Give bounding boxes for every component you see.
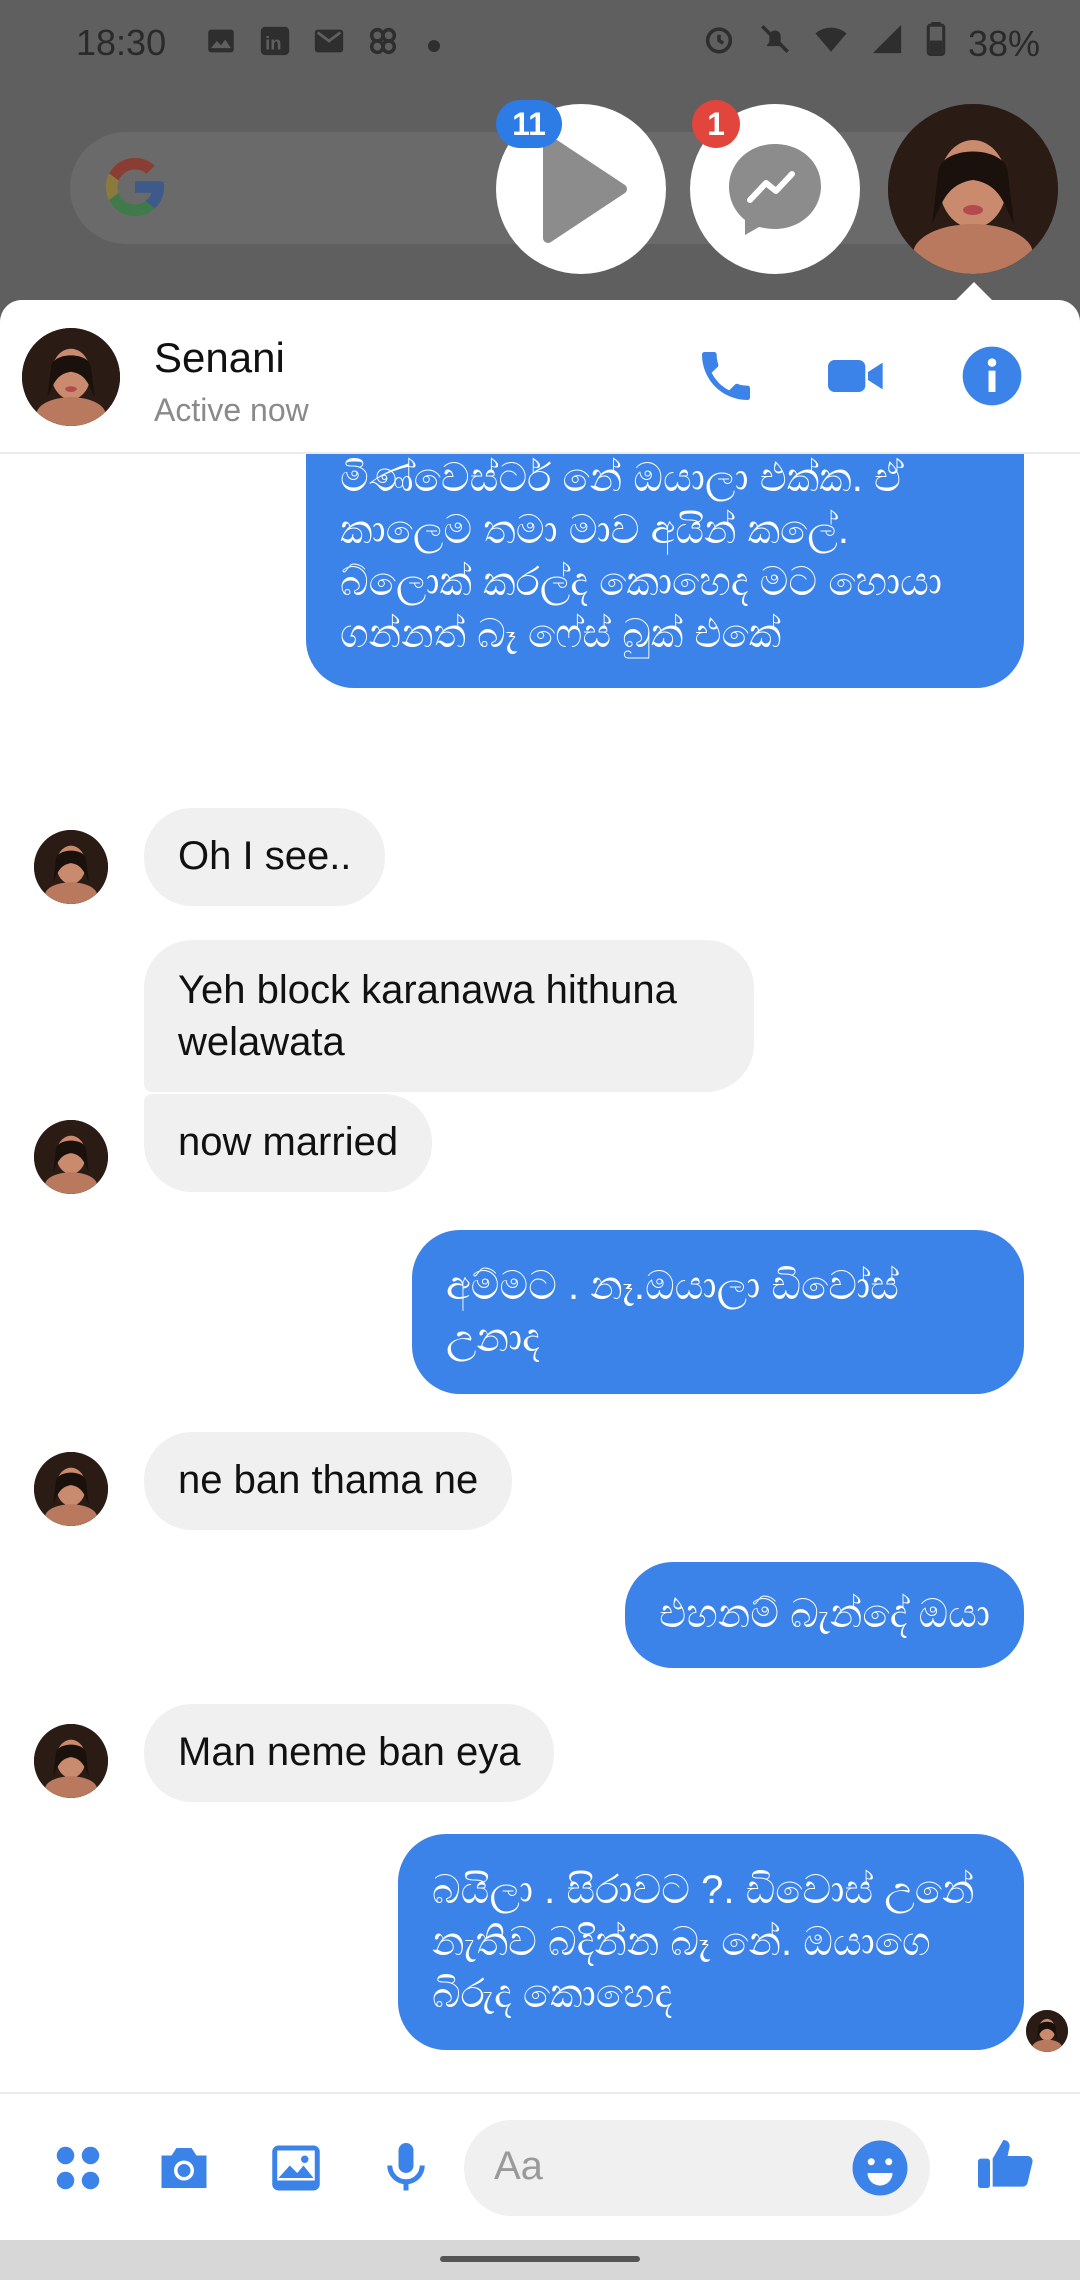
alarm-icon	[702, 22, 736, 65]
thumbs-up-icon	[978, 2140, 1033, 2188]
outgoing-message[interactable]: එහනම් බැන්දේ ඔයා	[625, 1562, 1024, 1668]
battery-icon	[926, 22, 946, 65]
incoming-message[interactable]: Man neme ban eya	[144, 1704, 555, 1802]
incoming-message[interactable]: now married	[144, 1094, 433, 1192]
chat-header: Senani Active now	[0, 300, 1080, 454]
video-badge: 11	[496, 100, 562, 148]
chat-head-pointer	[956, 282, 992, 300]
incoming-message[interactable]: ne ban thama ne	[144, 1432, 513, 1530]
phone-icon	[702, 352, 750, 400]
wifi-icon	[814, 22, 848, 65]
outgoing-message[interactable]: අම්මට . නෑ.ඔයාලා ඩිවෝස් උනාද	[412, 1230, 1024, 1394]
home-gesture-bar[interactable]	[440, 2256, 640, 2262]
call-button[interactable]	[694, 344, 758, 408]
messenger-badge: 1	[692, 100, 740, 148]
voice-button[interactable]	[376, 2138, 436, 2198]
avatar	[34, 1724, 108, 1798]
gallery-button[interactable]	[266, 2138, 326, 2198]
outgoing-message[interactable]: මිණ්වෙස්ටර් නේ ඔයාලා එක්ක. ඒ කාලෙම තමා ම…	[306, 452, 1024, 688]
status-bar: 18:30 in 38%	[0, 0, 1080, 90]
image-icon	[272, 2145, 320, 2191]
smiley-icon	[852, 2140, 908, 2196]
app-icon	[366, 24, 400, 67]
avatar	[34, 1452, 108, 1526]
mute-icon	[758, 22, 792, 65]
like-button[interactable]	[974, 2132, 1034, 2192]
signal-icon	[870, 22, 904, 65]
outgoing-message[interactable]: බයිලා . සිරාවට ?. ඩිවොස් උනේ නැතිව බදින්…	[398, 1834, 1024, 2050]
contact-name[interactable]: Senani	[154, 334, 285, 382]
avatar	[34, 1120, 108, 1194]
message-placeholder: Aa	[494, 2144, 543, 2188]
battery-percent: 38%	[967, 22, 1040, 64]
image-icon	[204, 24, 238, 67]
status-time: 18:30	[76, 22, 167, 63]
seen-avatar	[1026, 2010, 1068, 2052]
camera-button[interactable]	[154, 2138, 214, 2198]
gmail-icon	[312, 24, 346, 67]
grid-icon	[56, 2146, 100, 2190]
more-apps-button[interactable]	[48, 2138, 108, 2198]
camera-icon	[161, 2148, 207, 2188]
incoming-message[interactable]: Oh I see..	[144, 808, 386, 906]
composer: Aa	[0, 2092, 1080, 2240]
avatar[interactable]	[22, 328, 120, 426]
video-call-button[interactable]	[824, 344, 888, 408]
contact-status: Active now	[154, 392, 309, 428]
avatar	[34, 830, 108, 904]
linkedin-icon: in	[258, 24, 292, 67]
message-list[interactable]: මිණ්වෙස්ටර් නේ ඔයාලා එක්ක. ඒ කාලෙම තමා ම…	[0, 452, 1080, 2092]
notification-dot-icon	[428, 39, 440, 52]
incoming-message[interactable]: Yeh block karanawa hithuna welawata	[144, 940, 754, 1092]
chat-panel: Senani Active now මිණ්වෙස්ටර් නේ ඔයාලා එ…	[0, 300, 1080, 2240]
svg-text:in: in	[265, 33, 281, 54]
google-logo-icon	[100, 152, 170, 222]
message-input[interactable]: Aa	[464, 2120, 930, 2216]
microphone-icon	[387, 2143, 425, 2191]
avatar	[888, 104, 1058, 274]
system-navigation-bar	[0, 2240, 1080, 2280]
video-camera-icon	[828, 360, 883, 392]
emoji-button[interactable]	[850, 2138, 910, 2198]
contact-chat-head[interactable]	[888, 104, 1058, 274]
info-button[interactable]	[960, 344, 1024, 408]
status-right-icons: 38%	[702, 22, 1040, 65]
status-left-icons: in	[204, 24, 440, 67]
info-icon	[962, 346, 1022, 406]
